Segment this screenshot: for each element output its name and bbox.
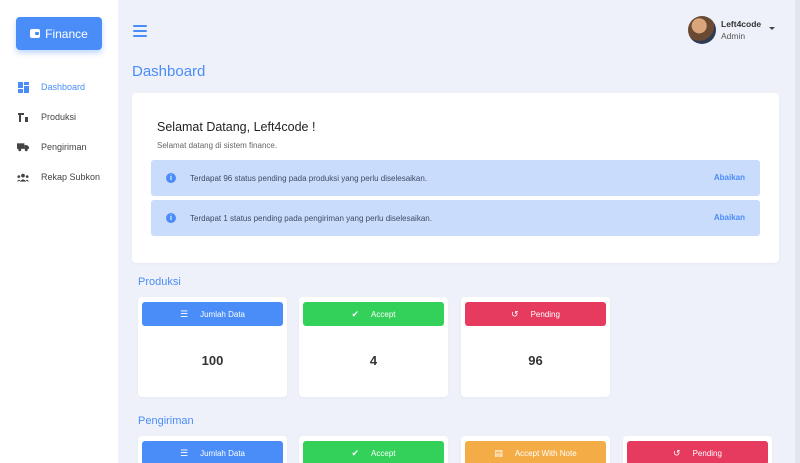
- stat-card-accept: ✔ Accept: [299, 436, 448, 463]
- note-icon: ▤: [494, 447, 503, 458]
- stat-value: 96: [528, 353, 543, 368]
- section-title-produksi: Produksi: [138, 276, 181, 288]
- sidebar-item-pengiriman[interactable]: Pengiriman: [0, 132, 118, 162]
- check-icon: ✔: [351, 447, 360, 458]
- stat-header[interactable]: ✔ Accept: [303, 302, 444, 326]
- stat-header[interactable]: ↺ Pending: [627, 441, 768, 463]
- stat-header[interactable]: ▤ Accept With Note: [465, 441, 606, 463]
- factory-icon: [17, 111, 29, 123]
- wallet-icon: [30, 29, 41, 38]
- stat-card-pending: ↺ Pending 96: [461, 297, 610, 397]
- users-icon: [17, 171, 29, 183]
- user-role: Admin: [721, 31, 746, 41]
- sidebar-item-label: Produksi: [41, 112, 77, 122]
- avatar: [688, 16, 716, 44]
- chevron-down-icon: [769, 26, 776, 30]
- info-icon: i: [166, 173, 176, 183]
- info-icon: i: [166, 213, 176, 223]
- stat-card-accept: ✔ Accept 4: [299, 297, 448, 397]
- list-icon: ☰: [180, 447, 189, 458]
- stat-card-jumlah-data: ☰ Jumlah Data: [138, 436, 287, 463]
- alert-pengiriman: i Terdapat 1 status pending pada pengiri…: [151, 200, 760, 236]
- alert-text: Terdapat 96 status pending pada produksi…: [190, 173, 428, 183]
- page-title: Dashboard: [132, 63, 206, 80]
- section-title-pengiriman: Pengiriman: [138, 415, 194, 427]
- list-icon: ☰: [180, 308, 189, 319]
- alert-produksi: i Terdapat 96 status pending pada produk…: [151, 160, 760, 196]
- stat-card-jumlah-data: ☰ Jumlah Data 100: [138, 297, 287, 397]
- welcome-subtitle: Selamat datang di sistem finance.: [157, 141, 278, 150]
- stat-header[interactable]: ☰ Jumlah Data: [142, 302, 283, 326]
- menu-toggle-icon[interactable]: [133, 25, 147, 37]
- history-icon: ↺: [511, 308, 519, 319]
- check-icon: ✔: [351, 308, 360, 319]
- alert-text: Terdapat 1 status pending pada pengirima…: [190, 213, 432, 223]
- truck-icon: [17, 141, 29, 153]
- user-menu[interactable]: Left4code Admin: [688, 16, 776, 44]
- dismiss-button[interactable]: Abaikan: [714, 213, 745, 222]
- stat-header[interactable]: ✔ Accept: [303, 441, 444, 463]
- stat-value: 100: [201, 353, 224, 368]
- stat-header[interactable]: ☰ Jumlah Data: [142, 441, 283, 463]
- sidebar-item-label: Dashboard: [41, 82, 86, 92]
- dashboard-icon: [17, 81, 29, 93]
- sidebar-item-label: Pengiriman: [41, 142, 87, 152]
- sidebar-nav: Dashboard Produksi Pengiriman Rekap Subk…: [0, 72, 118, 192]
- history-icon: ↺: [673, 447, 681, 458]
- welcome-title: Selamat Datang, Left4code !: [157, 120, 316, 134]
- stat-value: 4: [369, 353, 378, 368]
- sidebar-item-dashboard[interactable]: Dashboard: [0, 72, 118, 102]
- dismiss-button[interactable]: Abaikan: [714, 173, 745, 182]
- stat-header[interactable]: ↺ Pending: [465, 302, 606, 326]
- sidebar-item-label: Rekap Subkon: [41, 172, 101, 182]
- sidebar-item-produksi[interactable]: Produksi: [0, 102, 118, 132]
- stat-card-accept-with-note: ▤ Accept With Note: [461, 436, 610, 463]
- sidebar: Finance Dashboard Produksi Pengiriman Re…: [0, 0, 118, 463]
- sidebar-item-rekap-subkon[interactable]: Rekap Subkon: [0, 162, 118, 192]
- welcome-panel: Selamat Datang, Left4code ! Selamat data…: [132, 93, 779, 263]
- brand-button[interactable]: Finance: [16, 17, 102, 50]
- scrollbar[interactable]: [795, 0, 800, 463]
- stat-card-pending: ↺ Pending: [623, 436, 772, 463]
- user-name: Left4code: [721, 19, 762, 29]
- brand-label: Finance: [45, 26, 88, 41]
